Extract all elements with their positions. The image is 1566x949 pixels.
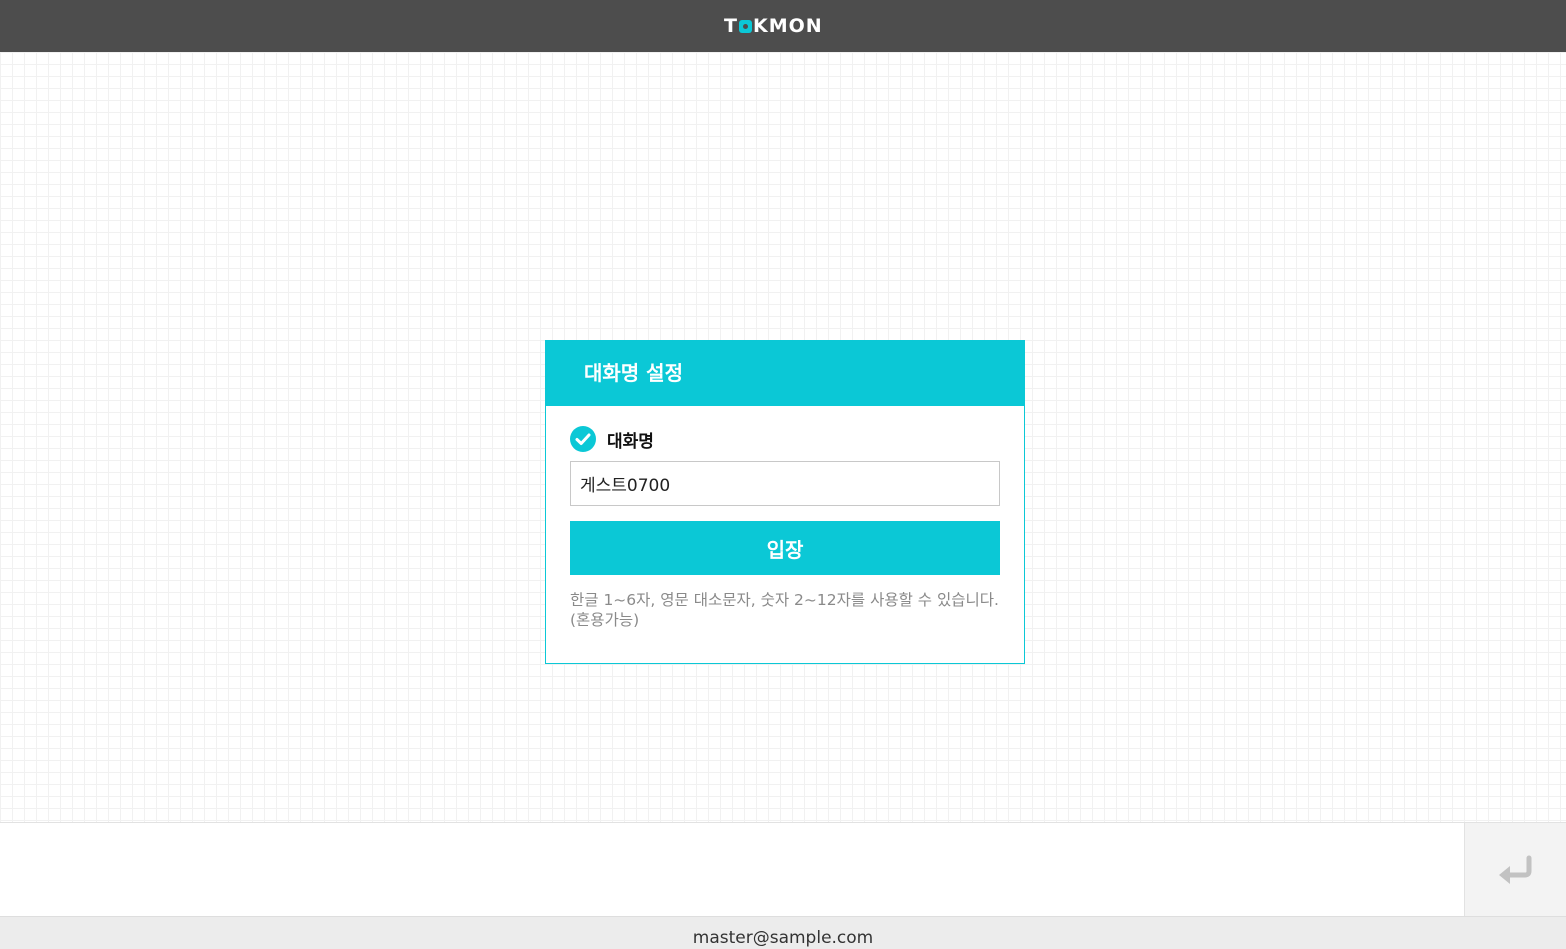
logo-text-end: KMON [752, 15, 823, 37]
enter-arrow-icon [1498, 855, 1531, 884]
nickname-dialog: 대화명 설정 대화명 입장 한글 1~6자, 영문 대소문자, 숫자 2~12자… [545, 340, 1025, 664]
nickname-hint: 한글 1~6자, 영문 대소문자, 숫자 2~12자를 사용할 수 있습니다. … [570, 591, 999, 629]
enter-button[interactable]: 입장 [570, 521, 1000, 575]
send-button[interactable] [1464, 823, 1566, 916]
logo-bubble-icon [738, 19, 752, 33]
dialog-title: 대화명 설정 [546, 341, 1024, 406]
top-bar: T KMON [0, 0, 1566, 52]
nickname-label: 대화명 [607, 431, 654, 452]
message-composer [0, 822, 1566, 916]
logo-text-start: T [724, 15, 738, 37]
check-circle-icon [570, 426, 596, 452]
tokmon-logo[interactable]: T KMON [724, 16, 823, 36]
nickname-label-row: 대화명 [570, 425, 654, 453]
message-input[interactable] [0, 823, 1464, 916]
footer: master@sample.com [0, 916, 1566, 949]
footer-email: master@sample.com [692, 928, 874, 948]
nickname-input[interactable] [570, 461, 1000, 506]
